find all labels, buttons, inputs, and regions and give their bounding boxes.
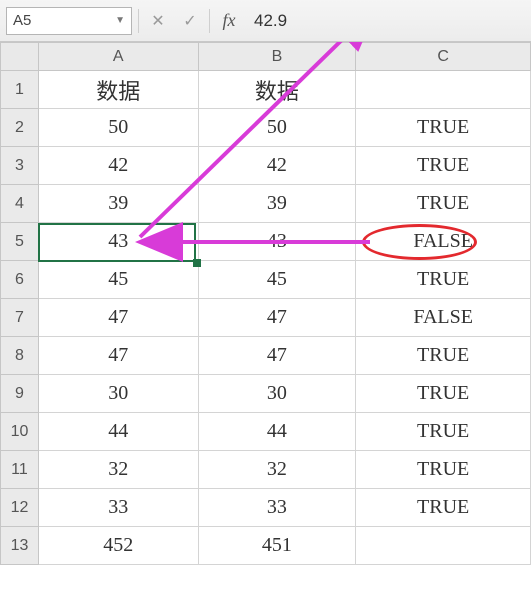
row-header[interactable]: 1: [1, 71, 39, 109]
cell-A3[interactable]: 42: [38, 147, 198, 185]
cell-A7[interactable]: 47: [38, 299, 198, 337]
cell-A1[interactable]: 数据: [38, 71, 198, 109]
cell-C11[interactable]: TRUE: [356, 451, 531, 489]
col-header-C[interactable]: C: [356, 43, 531, 71]
cell-C13[interactable]: [356, 527, 531, 565]
row-header[interactable]: 10: [1, 413, 39, 451]
col-header-A[interactable]: A: [38, 43, 198, 71]
cell-B11[interactable]: 32: [198, 451, 356, 489]
cell-A9[interactable]: 30: [38, 375, 198, 413]
table-row: 3 42 42 TRUE: [1, 147, 531, 185]
cancel-icon[interactable]: ✕: [145, 8, 171, 34]
table-row: 5 43 43 FALSE: [1, 223, 531, 261]
table-row: 12 33 33 TRUE: [1, 489, 531, 527]
row-header[interactable]: 7: [1, 299, 39, 337]
cell-C10[interactable]: TRUE: [356, 413, 531, 451]
cell-B10[interactable]: 44: [198, 413, 356, 451]
cell-A13[interactable]: 452: [38, 527, 198, 565]
cell-C7[interactable]: FALSE: [356, 299, 531, 337]
table-row: 10 44 44 TRUE: [1, 413, 531, 451]
cell-C2[interactable]: TRUE: [356, 109, 531, 147]
table-row: 8 47 47 TRUE: [1, 337, 531, 375]
formula-bar: A5 ▼ ✕ ✓ fx: [0, 0, 531, 42]
cell-B3[interactable]: 42: [198, 147, 356, 185]
spreadsheet-grid: A B C 1 数据 数据 2 50 50 TRUE 3 42 42 TRUE …: [0, 42, 531, 565]
cell-B2[interactable]: 50: [198, 109, 356, 147]
cell-C3[interactable]: TRUE: [356, 147, 531, 185]
cell-A4[interactable]: 39: [38, 185, 198, 223]
cell-B8[interactable]: 47: [198, 337, 356, 375]
col-header-B[interactable]: B: [198, 43, 356, 71]
chevron-down-icon[interactable]: ▼: [115, 15, 125, 26]
cell-B6[interactable]: 45: [198, 261, 356, 299]
cell-C12[interactable]: TRUE: [356, 489, 531, 527]
cell-A6[interactable]: 45: [38, 261, 198, 299]
table-row: 4 39 39 TRUE: [1, 185, 531, 223]
row-header[interactable]: 2: [1, 109, 39, 147]
cell-A10[interactable]: 44: [38, 413, 198, 451]
row-header[interactable]: 9: [1, 375, 39, 413]
cell-B12[interactable]: 33: [198, 489, 356, 527]
row-header[interactable]: 13: [1, 527, 39, 565]
row-header[interactable]: 6: [1, 261, 39, 299]
table-row: 9 30 30 TRUE: [1, 375, 531, 413]
divider: [138, 9, 139, 33]
formula-input[interactable]: [248, 7, 525, 35]
confirm-icon[interactable]: ✓: [177, 8, 203, 34]
cell-C4[interactable]: TRUE: [356, 185, 531, 223]
cell-C8[interactable]: TRUE: [356, 337, 531, 375]
cell-C1[interactable]: [356, 71, 531, 109]
cell-B7[interactable]: 47: [198, 299, 356, 337]
table-row: 2 50 50 TRUE: [1, 109, 531, 147]
cell-C6[interactable]: TRUE: [356, 261, 531, 299]
cell-A2[interactable]: 50: [38, 109, 198, 147]
row-header[interactable]: 5: [1, 223, 39, 261]
row-header[interactable]: 3: [1, 147, 39, 185]
fx-icon[interactable]: fx: [216, 8, 242, 34]
cell-A8[interactable]: 47: [38, 337, 198, 375]
cell-A12[interactable]: 33: [38, 489, 198, 527]
cell-B4[interactable]: 39: [198, 185, 356, 223]
column-header-row: A B C: [1, 43, 531, 71]
cell-B13[interactable]: 451: [198, 527, 356, 565]
cell-B5[interactable]: 43: [198, 223, 356, 261]
name-box[interactable]: A5 ▼: [6, 7, 132, 35]
table-row: 6 45 45 TRUE: [1, 261, 531, 299]
select-all-corner[interactable]: [1, 43, 39, 71]
divider: [209, 9, 210, 33]
cell-A5[interactable]: 43: [38, 223, 198, 261]
cell-A11[interactable]: 32: [38, 451, 198, 489]
row-header[interactable]: 11: [1, 451, 39, 489]
table-row: 1 数据 数据: [1, 71, 531, 109]
cell-C5[interactable]: FALSE: [356, 223, 531, 261]
table-row: 13 452 451: [1, 527, 531, 565]
row-header[interactable]: 8: [1, 337, 39, 375]
table-row: 11 32 32 TRUE: [1, 451, 531, 489]
row-header[interactable]: 4: [1, 185, 39, 223]
cell-C9[interactable]: TRUE: [356, 375, 531, 413]
name-box-value: A5: [13, 12, 31, 29]
cell-B9[interactable]: 30: [198, 375, 356, 413]
table-row: 7 47 47 FALSE: [1, 299, 531, 337]
cell-B1[interactable]: 数据: [198, 71, 356, 109]
row-header[interactable]: 12: [1, 489, 39, 527]
